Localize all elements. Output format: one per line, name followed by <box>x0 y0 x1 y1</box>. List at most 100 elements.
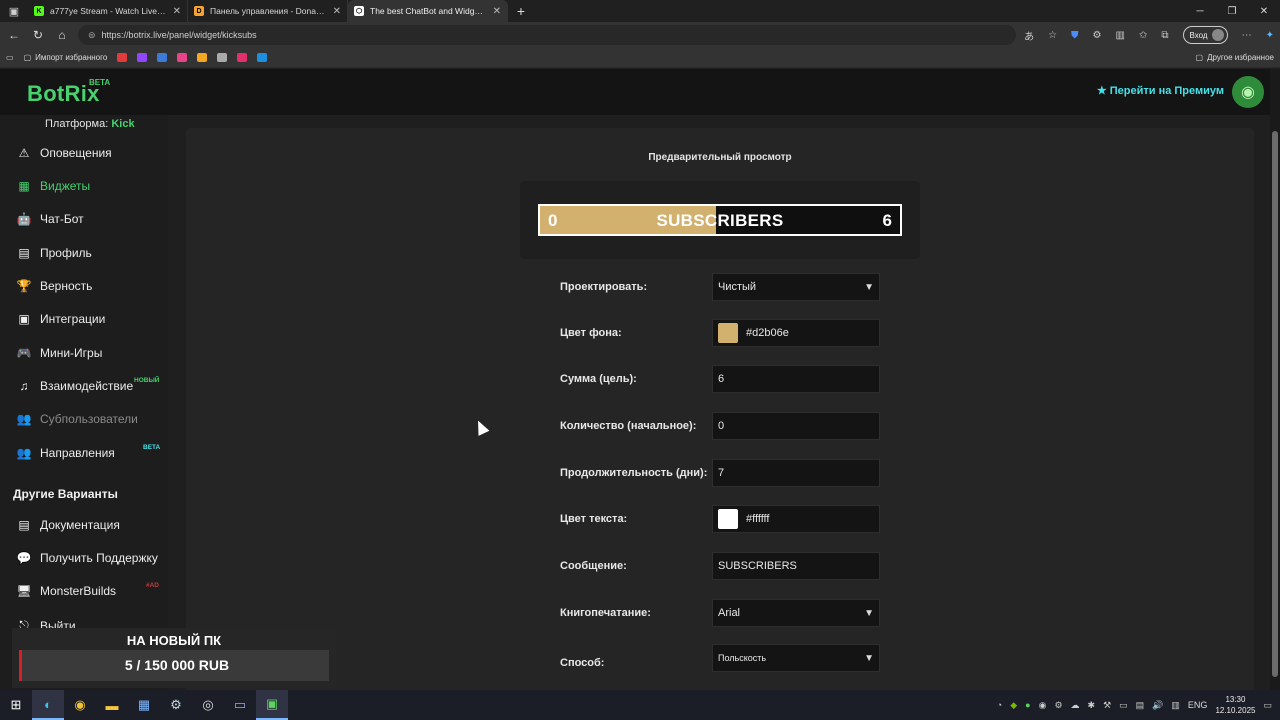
sidebar-item-label: Мини-Игры <box>40 346 103 360</box>
language-indicator[interactable]: ENG <box>1188 700 1208 710</box>
tray-icon[interactable]: ● <box>1025 700 1030 710</box>
premium-link[interactable]: ★ Перейти на Премиум <box>1097 84 1224 98</box>
steam-icon[interactable]: ⚙ <box>160 690 192 720</box>
bookmark-youtube[interactable] <box>117 53 128 62</box>
reload-icon[interactable]: ↻ <box>30 28 46 42</box>
tab-actions-icon[interactable]: ▣ <box>0 0 28 22</box>
app-green-icon[interactable]: ▣ <box>256 690 288 720</box>
reading-view-icon[interactable]: ▭ <box>6 53 14 62</box>
mode-value: Польскость <box>718 653 767 663</box>
sidebar-item-subusers[interactable]: 👥 Субпользователи <box>16 412 138 426</box>
windows-start-icon[interactable]: ⊞ <box>0 690 32 720</box>
url-field[interactable]: ⊜ https://botrix.live/panel/widget/kicks… <box>78 25 1017 45</box>
file-explorer-icon[interactable]: ▬ <box>96 690 128 720</box>
nvidia-icon[interactable]: ◆ <box>1010 700 1017 711</box>
sidebar-item-loyalty[interactable]: 🏆 Верность <box>16 279 93 293</box>
sidebar-item-minigames[interactable]: 🎮 Мини-Игры <box>16 346 103 360</box>
tray-icon[interactable]: ▥ <box>1171 700 1180 711</box>
browser-tab-botrix[interactable]: ⬡ The best ChatBot and Widgets for ✕ <box>348 0 508 22</box>
design-select[interactable]: Чистый ▼ <box>712 273 880 301</box>
obs-icon[interactable]: ◎ <box>192 690 224 720</box>
text-color-swatch[interactable] <box>718 509 738 529</box>
edge-browser-icon[interactable]: ◐ <box>32 690 64 720</box>
login-button[interactable]: Вход <box>1182 26 1228 44</box>
text-color-field[interactable]: #ffffff <box>712 505 880 533</box>
browser-tab-donationalerts[interactable]: D Панель управления - DonationAlerts ✕ <box>188 0 348 22</box>
translate-icon[interactable]: あ <box>1024 28 1034 43</box>
browser-tab-kick[interactable]: K a777ye Stream - Watch Live on Kick ✕ <box>28 0 188 22</box>
message-value: SUBSCRIBERS <box>718 560 797 572</box>
tray-icon[interactable]: ◔ <box>997 700 1002 710</box>
sidebar-item-docs[interactable]: ▤ Документация <box>16 518 120 532</box>
collections-icon[interactable]: ⧉ <box>1161 30 1168 41</box>
favorites-icon[interactable]: ✩ <box>1139 30 1147 41</box>
mode-select[interactable]: Польскость ▼ <box>712 644 880 672</box>
bookmark-import[interactable]: ▢ Импорт избранного <box>24 53 108 62</box>
chevron-down-icon: ▼ <box>864 652 874 664</box>
volume-icon[interactable]: 🔊 <box>1152 700 1163 711</box>
bookmark-instagram[interactable] <box>237 53 248 62</box>
close-icon[interactable]: ✕ <box>333 6 341 17</box>
sidebar-item-integrations[interactable]: ▣ Интеграции <box>16 312 105 326</box>
sidebar-item-directions[interactable]: 👥 Направления <box>16 446 115 460</box>
id-card-icon: ▤ <box>18 246 30 260</box>
scrollbar-thumb[interactable] <box>1272 131 1278 677</box>
sidebar-item-notifications[interactable]: ⚠ Оповещения <box>16 146 112 160</box>
split-screen-icon[interactable]: ▥ <box>1116 30 1125 41</box>
user-avatar[interactable]: ◉ <box>1232 76 1264 108</box>
bookmark-twitch[interactable] <box>137 53 148 62</box>
tray-icon[interactable]: ⚒ <box>1103 700 1111 711</box>
battery-icon[interactable]: ▭ <box>1119 700 1128 711</box>
start-count-input[interactable]: 0 <box>712 412 880 440</box>
bookmark-other[interactable]: ▢ Другое избранное <box>1196 53 1274 62</box>
favorite-star-icon[interactable]: ☆ <box>1048 30 1057 41</box>
ad-badge: #AD <box>146 582 160 589</box>
sidebar-item-interaction[interactable]: ♫ Взаимодействие <box>16 379 134 393</box>
shield-icon[interactable]: ⛊ <box>1071 30 1079 41</box>
tray-icon[interactable]: ✱ <box>1088 700 1096 711</box>
close-icon[interactable]: ✕ <box>493 6 501 17</box>
donation-goal-overlay: НА НОВЫЙ ПК 5 / 150 000 RUB <box>12 628 336 688</box>
site-info-icon[interactable]: ⊜ <box>88 30 96 41</box>
clock[interactable]: 13:30 12.10.2025 <box>1215 694 1255 716</box>
maximize-icon[interactable]: ❐ <box>1216 0 1248 22</box>
sidebar-item-monsterbuilds[interactable]: 🖥 MonsterBuilds <box>16 584 116 598</box>
bookmark-site-3[interactable] <box>157 53 168 62</box>
tray-icon[interactable]: ⚙ <box>1054 700 1062 711</box>
bg-color-swatch[interactable] <box>718 323 738 343</box>
bookmark-site-8[interactable] <box>257 53 268 62</box>
copilot-icon[interactable]: ✦ <box>1266 30 1274 41</box>
more-menu-icon[interactable]: ⋯ <box>1242 30 1252 41</box>
network-icon[interactable]: ▤ <box>1136 700 1145 711</box>
bg-color-field[interactable]: #d2b06e <box>712 319 880 347</box>
minimize-icon[interactable]: ─ <box>1184 0 1216 22</box>
new-tab-plus-icon[interactable]: + <box>508 0 534 22</box>
app-window-icon[interactable]: ▭ <box>224 690 256 720</box>
message-input[interactable]: SUBSCRIBERS <box>712 552 880 580</box>
instagram-icon <box>237 53 248 62</box>
mode-row: Способ: Польскость ▼ <box>560 644 880 672</box>
bookmark-site-6[interactable] <box>217 53 228 62</box>
page-scrollbar[interactable] <box>1270 69 1280 690</box>
extensions-icon[interactable]: ⚙ <box>1093 30 1102 41</box>
site-icon <box>157 53 168 62</box>
site-icon <box>217 53 228 62</box>
duration-input[interactable]: 7 <box>712 459 880 487</box>
font-select[interactable]: Arial ▼ <box>712 599 880 627</box>
sidebar-item-profile[interactable]: ▤ Профиль <box>16 246 91 260</box>
sidebar-item-support[interactable]: 💬 Получить Поддержку <box>16 551 158 565</box>
sidebar-item-chatbot[interactable]: 🤖 Чат-Бот <box>16 212 84 226</box>
back-arrow-icon[interactable]: ← <box>6 28 22 42</box>
bookmark-site-5[interactable] <box>197 53 208 62</box>
chrome-icon[interactable]: ◉ <box>64 690 96 720</box>
notification-icon[interactable]: ▭ <box>1263 700 1272 711</box>
tray-icon[interactable]: ◉ <box>1039 700 1047 711</box>
bookmark-site-4[interactable] <box>177 53 188 62</box>
close-window-icon[interactable]: ✕ <box>1248 0 1280 22</box>
goal-input[interactable]: 6 <box>712 365 880 393</box>
sidebar-item-widgets[interactable]: ▦ Виджеты <box>16 179 90 193</box>
tray-icon[interactable]: ☁ <box>1071 700 1080 711</box>
close-icon[interactable]: ✕ <box>173 6 181 17</box>
store-icon[interactable]: ▦ <box>128 690 160 720</box>
home-icon[interactable]: ⌂ <box>54 28 70 42</box>
